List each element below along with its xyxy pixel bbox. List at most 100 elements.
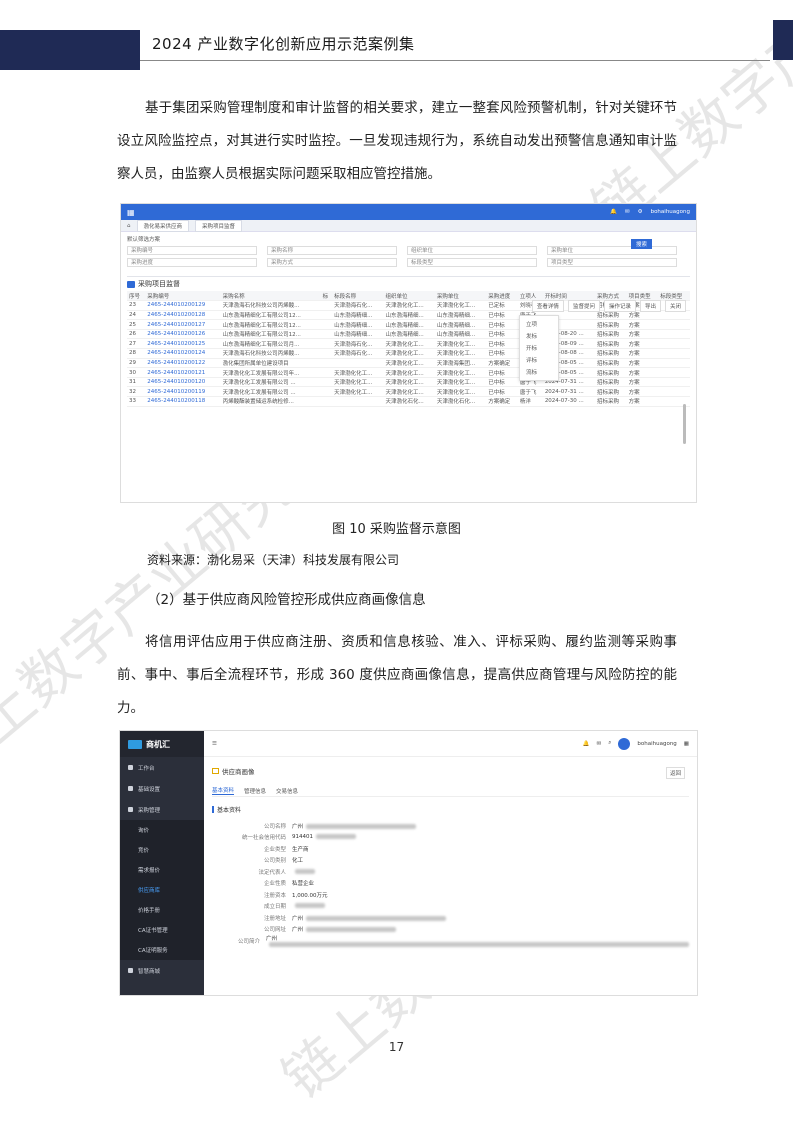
menu-icon <box>128 765 133 770</box>
field-value: 广州 <box>266 934 689 948</box>
page-number: 17 <box>388 1040 405 1054</box>
table-cell: 山东渤海精细化工有限公司12... <box>220 329 321 340</box>
field-label: 公司网址 <box>263 927 286 934</box>
redacted-value <box>306 915 447 921</box>
table-cell: 杨洋 <box>517 396 543 407</box>
table-cell: 2465-244010200119 <box>145 386 221 398</box>
sidebar-item: 价格手册 <box>120 900 204 920</box>
table-cell: 招标采购 <box>595 358 627 369</box>
logo-text: 商机汇 <box>146 739 170 749</box>
field-value: 广州 <box>292 914 447 922</box>
profile-tabs: 基本资料 管理信息 交易信息 <box>212 785 689 797</box>
field-row: 公司简介 广州 <box>212 935 689 947</box>
table-cell: 2465-244010200129 <box>145 300 221 311</box>
field-value-text: 914401 <box>292 834 313 841</box>
page-title-text: 供应商画像 <box>222 768 255 776</box>
sidebar-item: 采购管理 <box>120 799 204 820</box>
panel-title-text: 采购项目监督 <box>138 280 180 288</box>
table-cell: 方案 <box>626 329 659 340</box>
table-cell <box>320 386 333 398</box>
dropdown-item: 流标 <box>526 370 538 376</box>
table-cell: 2465-244010200126 <box>145 329 221 340</box>
table-cell: 方案 <box>626 386 659 398</box>
table-cell: 天津渤海石化... <box>332 300 384 311</box>
dropdown-item: 开标 <box>526 346 538 352</box>
table-row: 26 2465-244010200126 山东渤海精细化工有限公司12... 山东渤海… <box>127 329 690 340</box>
column-header: 采购编号 <box>145 291 221 302</box>
panel-button: 关闭 <box>664 300 686 312</box>
table-cell: 方案确定 <box>486 396 518 407</box>
field-value-text: 私营企业 <box>292 881 315 888</box>
field-label: 注册地址 <box>263 915 286 922</box>
table-cell: 山东渤海精细... <box>383 329 435 340</box>
table-cell: 天津渤化化工... <box>434 300 487 311</box>
grid-icon: ▦ <box>683 740 689 747</box>
field-label: 公司名称 <box>263 823 286 830</box>
header-bar <box>0 30 140 70</box>
table-cell: 30 <box>127 367 146 378</box>
table-cell: 山东渤海精细... <box>434 310 487 321</box>
table-cell <box>320 348 333 359</box>
redacted-value <box>316 834 356 840</box>
field-value: 广州 <box>292 925 397 933</box>
home-icon: ⌂ <box>127 222 131 229</box>
sidebar-item-label: 采购管理 <box>138 807 161 814</box>
header-title: 2024 产业数字化创新应用示范案例集 <box>152 35 415 53</box>
table-cell <box>320 396 333 407</box>
table-cell: 天津渤化化工... <box>332 367 384 378</box>
table-cell: 天津渤海石化... <box>332 348 384 359</box>
dropdown-item: 发标 <box>526 334 538 340</box>
paragraph-2: 将信用评估应用于供应商注册、资质和信息核验、准入、评标采购、履约监测等采购事前、… <box>117 634 677 716</box>
filter-label: 默认筛选方案 <box>127 237 161 243</box>
table-cell: 渤化集团所属单位建设项目 <box>220 358 321 369</box>
header-rule <box>140 60 770 61</box>
table-cell: 招标采购 <box>595 386 627 398</box>
section-marker <box>212 806 214 813</box>
filter-field: 采购单位 <box>547 246 677 255</box>
mail-icon: ✉ <box>625 209 630 215</box>
subheading: （2）基于供应商风险管控形成供应商画像信息 <box>147 592 426 608</box>
table-cell: 山东渤海精细... <box>383 319 435 330</box>
table-cell: 27 <box>127 338 146 350</box>
header-tab <box>773 20 793 60</box>
sidebar-item: 智慧商城 <box>120 960 204 981</box>
table-cell: 25 <box>127 319 146 330</box>
table-cell: 32 <box>127 386 146 398</box>
folder-icon <box>212 768 219 774</box>
table-cell: 天津渤海集团... <box>434 358 487 369</box>
table-cell: 天津渤化化工... <box>383 386 435 398</box>
search-button: 搜索 <box>630 239 652 249</box>
sidebar-item: 竞价 <box>120 840 204 860</box>
field-row: 企业性质 私营企业 <box>212 878 689 890</box>
sidebar-item: 询价 <box>120 820 204 840</box>
table-cell: 31 <box>127 377 146 388</box>
column-header: 序号 <box>127 291 146 302</box>
top-bar: ▦ 🔔 ✉ ⚙ bohaihuagong <box>121 204 696 220</box>
tab: 基本资料 <box>212 788 235 795</box>
sidebar-item: 需求报价 <box>120 860 204 880</box>
table-cell <box>658 367 690 378</box>
table-cell: 2465-244010200125 <box>145 338 221 350</box>
field-value-text: 广州 <box>292 915 304 922</box>
table-cell: 天津渤化化工... <box>434 338 487 350</box>
field-value <box>292 868 315 875</box>
field-value-text: 广州 <box>292 823 304 830</box>
panel-buttons: 查看详情 监督提问 操作记录 导出 关闭 <box>531 300 686 312</box>
sidebar-item-label: 询价 <box>138 828 150 834</box>
panel-button: 查看详情 <box>531 300 564 312</box>
table-cell: 已中标 <box>486 310 518 321</box>
field-row: 注册地址 广州 <box>212 912 689 924</box>
redacted-value <box>269 941 689 947</box>
filter-field: 项目类型 <box>547 258 677 267</box>
table-cell: 已中标 <box>486 348 518 359</box>
menu-icon <box>128 807 133 812</box>
table-cell: 招标采购 <box>595 348 627 359</box>
table-row: 30 2465-244010200121 天津渤化化工发展有限公司年... 天津渤化化… <box>127 367 690 378</box>
table-cell: 方案 <box>626 338 659 350</box>
field-row: 公司类别 化工 <box>212 855 689 867</box>
back-button: 返回 <box>665 767 685 779</box>
table-cell: 招标采购 <box>595 396 627 407</box>
avatar <box>618 737 631 750</box>
table-cell: 山东渤海精细化工有限公司月... <box>220 338 321 350</box>
field-value <box>292 903 325 909</box>
